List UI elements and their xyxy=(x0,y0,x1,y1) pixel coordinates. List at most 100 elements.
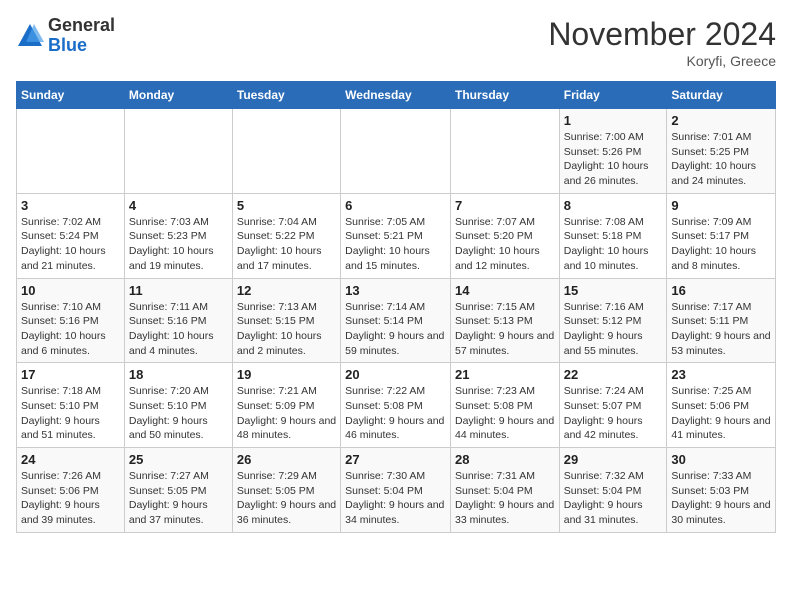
calendar-cell: 22Sunrise: 7:24 AMSunset: 5:07 PMDayligh… xyxy=(559,363,667,448)
calendar-cell: 29 Sunrise: 7:32 AMSunset: 5:04 PMDayligh… xyxy=(559,448,667,533)
calendar-cell: 27 Sunrise: 7:30 AMSunset: 5:04 PMDayligh… xyxy=(341,448,451,533)
day-number: 28 xyxy=(455,452,555,467)
day-info: Sunrise: 7:14 AMSunset: 5:14 PMDaylight:… xyxy=(345,300,446,359)
logo: General Blue xyxy=(16,16,115,56)
day-number: 27 xyxy=(345,452,446,467)
weekday-header-wednesday: Wednesday xyxy=(341,82,451,109)
calendar-cell: 21Sunrise: 7:23 AMSunset: 5:08 PMDayligh… xyxy=(450,363,559,448)
day-info: Sunrise: 7:00 AMSunset: 5:26 PMDaylight:… xyxy=(564,130,663,189)
day-info: Sunrise: 7:04 AMSunset: 5:22 PMDaylight:… xyxy=(237,215,336,274)
logo-blue: Blue xyxy=(48,36,115,56)
day-info: Sunrise: 7:32 AMSunset: 5:04 PMDaylight:… xyxy=(564,469,663,528)
calendar-week-1: 1 Sunrise: 7:00 AMSunset: 5:26 PMDaylight… xyxy=(17,109,776,194)
calendar-cell: 30 Sunrise: 7:33 AMSunset: 5:03 PMDayligh… xyxy=(667,448,776,533)
day-info: Sunrise: 7:33 AMSunset: 5:03 PMDaylight:… xyxy=(671,469,771,528)
weekday-header-row: SundayMondayTuesdayWednesdayThursdayFrid… xyxy=(17,82,776,109)
calendar-table: SundayMondayTuesdayWednesdayThursdayFrid… xyxy=(16,81,776,533)
day-info: Sunrise: 7:18 AMSunset: 5:10 PMDaylight:… xyxy=(21,384,120,443)
calendar-cell: 28 Sunrise: 7:31 AMSunset: 5:04 PMDayligh… xyxy=(450,448,559,533)
month-title: November 2024 xyxy=(548,16,776,53)
weekday-header-monday: Monday xyxy=(124,82,232,109)
day-info: Sunrise: 7:26 AMSunset: 5:06 PMDaylight:… xyxy=(21,469,120,528)
calendar-cell: 26 Sunrise: 7:29 AMSunset: 5:05 PMDayligh… xyxy=(232,448,340,533)
day-number: 4 xyxy=(129,198,228,213)
calendar-body: 1 Sunrise: 7:00 AMSunset: 5:26 PMDaylight… xyxy=(17,109,776,533)
day-number: 17 xyxy=(21,367,120,382)
day-number: 18 xyxy=(129,367,228,382)
calendar-cell: 12 Sunrise: 7:13 AMSunset: 5:15 PMDayligh… xyxy=(232,278,340,363)
calendar-cell xyxy=(17,109,125,194)
day-number: 11 xyxy=(129,283,228,298)
day-number: 15 xyxy=(564,283,663,298)
page-header: General Blue November 2024 Koryfi, Greec… xyxy=(16,16,776,69)
calendar-cell: 24 Sunrise: 7:26 AMSunset: 5:06 PMDayligh… xyxy=(17,448,125,533)
calendar-cell: 10 Sunrise: 7:10 AMSunset: 5:16 PMDayligh… xyxy=(17,278,125,363)
day-info: Sunrise: 7:13 AMSunset: 5:15 PMDaylight:… xyxy=(237,300,336,359)
day-info: Sunrise: 7:10 AMSunset: 5:16 PMDaylight:… xyxy=(21,300,120,359)
calendar-cell: 16 Sunrise: 7:17 AMSunset: 5:11 PMDayligh… xyxy=(667,278,776,363)
day-number: 13 xyxy=(345,283,446,298)
day-info: Sunrise: 7:29 AMSunset: 5:05 PMDaylight:… xyxy=(237,469,336,528)
logo-general: General xyxy=(48,16,115,36)
day-info: Sunrise: 7:30 AMSunset: 5:04 PMDaylight:… xyxy=(345,469,446,528)
day-info: Sunrise: 7:07 AMSunset: 5:20 PMDaylight:… xyxy=(455,215,555,274)
calendar-cell xyxy=(124,109,232,194)
day-info: Sunrise: 7:24 AMSunset: 5:07 PMDaylight:… xyxy=(564,384,663,443)
weekday-header-saturday: Saturday xyxy=(667,82,776,109)
day-number: 16 xyxy=(671,283,771,298)
calendar-week-4: 17 Sunrise: 7:18 AMSunset: 5:10 PMDayligh… xyxy=(17,363,776,448)
day-number: 8 xyxy=(564,198,663,213)
day-number: 6 xyxy=(345,198,446,213)
calendar-cell: 18 Sunrise: 7:20 AMSunset: 5:10 PMDayligh… xyxy=(124,363,232,448)
day-number: 26 xyxy=(237,452,336,467)
day-info: Sunrise: 7:05 AMSunset: 5:21 PMDaylight:… xyxy=(345,215,446,274)
calendar-cell: 4 Sunrise: 7:03 AMSunset: 5:23 PMDaylight… xyxy=(124,193,232,278)
day-number: 19 xyxy=(237,367,336,382)
day-number: 9 xyxy=(671,198,771,213)
day-number: 30 xyxy=(671,452,771,467)
day-info: Sunrise: 7:20 AMSunset: 5:10 PMDaylight:… xyxy=(129,384,228,443)
day-info: Sunrise: 7:15 AMSunset: 5:13 PMDaylight:… xyxy=(455,300,555,359)
weekday-header-tuesday: Tuesday xyxy=(232,82,340,109)
day-number: 12 xyxy=(237,283,336,298)
calendar-cell: 17 Sunrise: 7:18 AMSunset: 5:10 PMDayligh… xyxy=(17,363,125,448)
calendar-cell: 6 Sunrise: 7:05 AMSunset: 5:21 PMDaylight… xyxy=(341,193,451,278)
day-info: Sunrise: 7:25 AMSunset: 5:06 PMDaylight:… xyxy=(671,384,771,443)
calendar-cell: 19 Sunrise: 7:21 AMSunset: 5:09 PMDayligh… xyxy=(232,363,340,448)
calendar-cell: 23Sunrise: 7:25 AMSunset: 5:06 PMDayligh… xyxy=(667,363,776,448)
day-number: 14 xyxy=(455,283,555,298)
calendar-cell: 25Sunrise: 7:27 AMSunset: 5:05 PMDayligh… xyxy=(124,448,232,533)
location-subtitle: Koryfi, Greece xyxy=(548,53,776,69)
day-number: 20 xyxy=(345,367,446,382)
calendar-cell: 3Sunrise: 7:02 AMSunset: 5:24 PMDaylight… xyxy=(17,193,125,278)
calendar-cell: 1 Sunrise: 7:00 AMSunset: 5:26 PMDaylight… xyxy=(559,109,667,194)
calendar-cell: 14 Sunrise: 7:15 AMSunset: 5:13 PMDayligh… xyxy=(450,278,559,363)
day-info: Sunrise: 7:23 AMSunset: 5:08 PMDaylight:… xyxy=(455,384,555,443)
day-info: Sunrise: 7:08 AMSunset: 5:18 PMDaylight:… xyxy=(564,215,663,274)
day-info: Sunrise: 7:21 AMSunset: 5:09 PMDaylight:… xyxy=(237,384,336,443)
logo-text: General Blue xyxy=(48,16,115,56)
calendar-cell: 8 Sunrise: 7:08 AMSunset: 5:18 PMDaylight… xyxy=(559,193,667,278)
calendar-cell: 9Sunrise: 7:09 AMSunset: 5:17 PMDaylight… xyxy=(667,193,776,278)
day-number: 29 xyxy=(564,452,663,467)
day-number: 24 xyxy=(21,452,120,467)
calendar-header: SundayMondayTuesdayWednesdayThursdayFrid… xyxy=(17,82,776,109)
day-info: Sunrise: 7:16 AMSunset: 5:12 PMDaylight:… xyxy=(564,300,663,359)
day-info: Sunrise: 7:22 AMSunset: 5:08 PMDaylight:… xyxy=(345,384,446,443)
day-number: 10 xyxy=(21,283,120,298)
day-number: 7 xyxy=(455,198,555,213)
logo-icon xyxy=(16,22,44,50)
day-info: Sunrise: 7:01 AMSunset: 5:25 PMDaylight:… xyxy=(671,130,771,189)
calendar-week-2: 3Sunrise: 7:02 AMSunset: 5:24 PMDaylight… xyxy=(17,193,776,278)
calendar-week-5: 24 Sunrise: 7:26 AMSunset: 5:06 PMDayligh… xyxy=(17,448,776,533)
calendar-cell: 7 Sunrise: 7:07 AMSunset: 5:20 PMDaylight… xyxy=(450,193,559,278)
day-number: 25 xyxy=(129,452,228,467)
calendar-cell: 15 Sunrise: 7:16 AMSunset: 5:12 PMDayligh… xyxy=(559,278,667,363)
day-info: Sunrise: 7:17 AMSunset: 5:11 PMDaylight:… xyxy=(671,300,771,359)
day-number: 5 xyxy=(237,198,336,213)
day-info: Sunrise: 7:31 AMSunset: 5:04 PMDaylight:… xyxy=(455,469,555,528)
calendar-cell: 2Sunrise: 7:01 AMSunset: 5:25 PMDaylight… xyxy=(667,109,776,194)
calendar-cell: 11Sunrise: 7:11 AMSunset: 5:16 PMDayligh… xyxy=(124,278,232,363)
day-info: Sunrise: 7:03 AMSunset: 5:23 PMDaylight:… xyxy=(129,215,228,274)
day-number: 1 xyxy=(564,113,663,128)
